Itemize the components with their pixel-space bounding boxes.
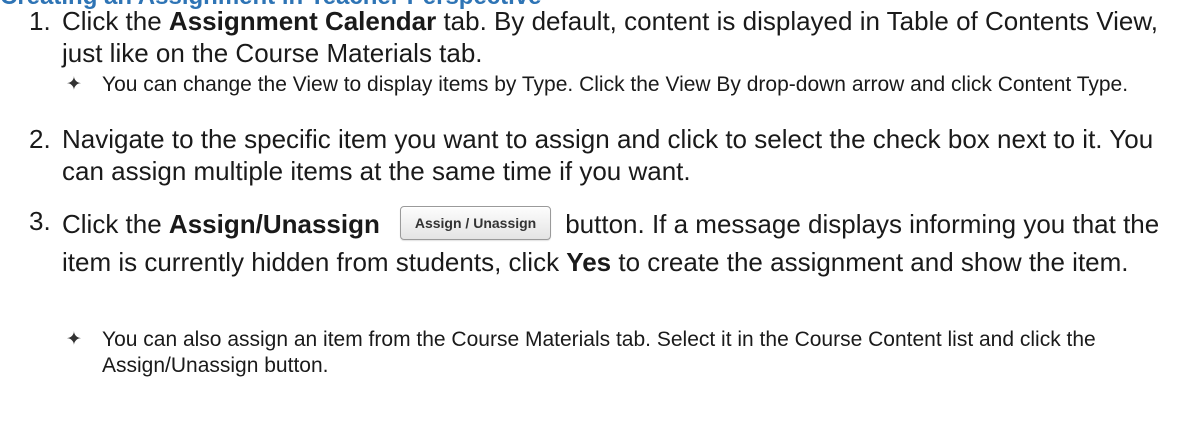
star-bullet-icon: ✦ [66, 329, 82, 350]
step-text: Click the Assignment Calendar tab. By de… [62, 5, 1197, 69]
note-text: You can change the View to display items… [102, 73, 1129, 96]
assign-unassign-button: Assign / Unassign [399, 206, 552, 241]
assign-unassign-term: Assign/Unassign [168, 209, 380, 239]
step-number: 2. [29, 124, 51, 154]
note-text: You can also assign an item from the Cou… [102, 328, 1096, 377]
step-text-before: Click the [62, 209, 169, 239]
step-text: Click the Assign/Unassign Assign / Unassi… [62, 205, 1197, 281]
step-text-after: to create the assignment and show the it… [611, 247, 1129, 278]
step-number: 1. [29, 6, 51, 36]
step-text-before: Click the [62, 6, 169, 36]
step-text: Navigate to the specific item you want t… [62, 124, 1154, 186]
step-number: 3. [29, 206, 51, 236]
yes-term: Yes [566, 247, 612, 278]
assignment-calendar-term: Assignment Calendar [168, 6, 437, 36]
star-bullet-icon: ✦ [66, 74, 82, 95]
